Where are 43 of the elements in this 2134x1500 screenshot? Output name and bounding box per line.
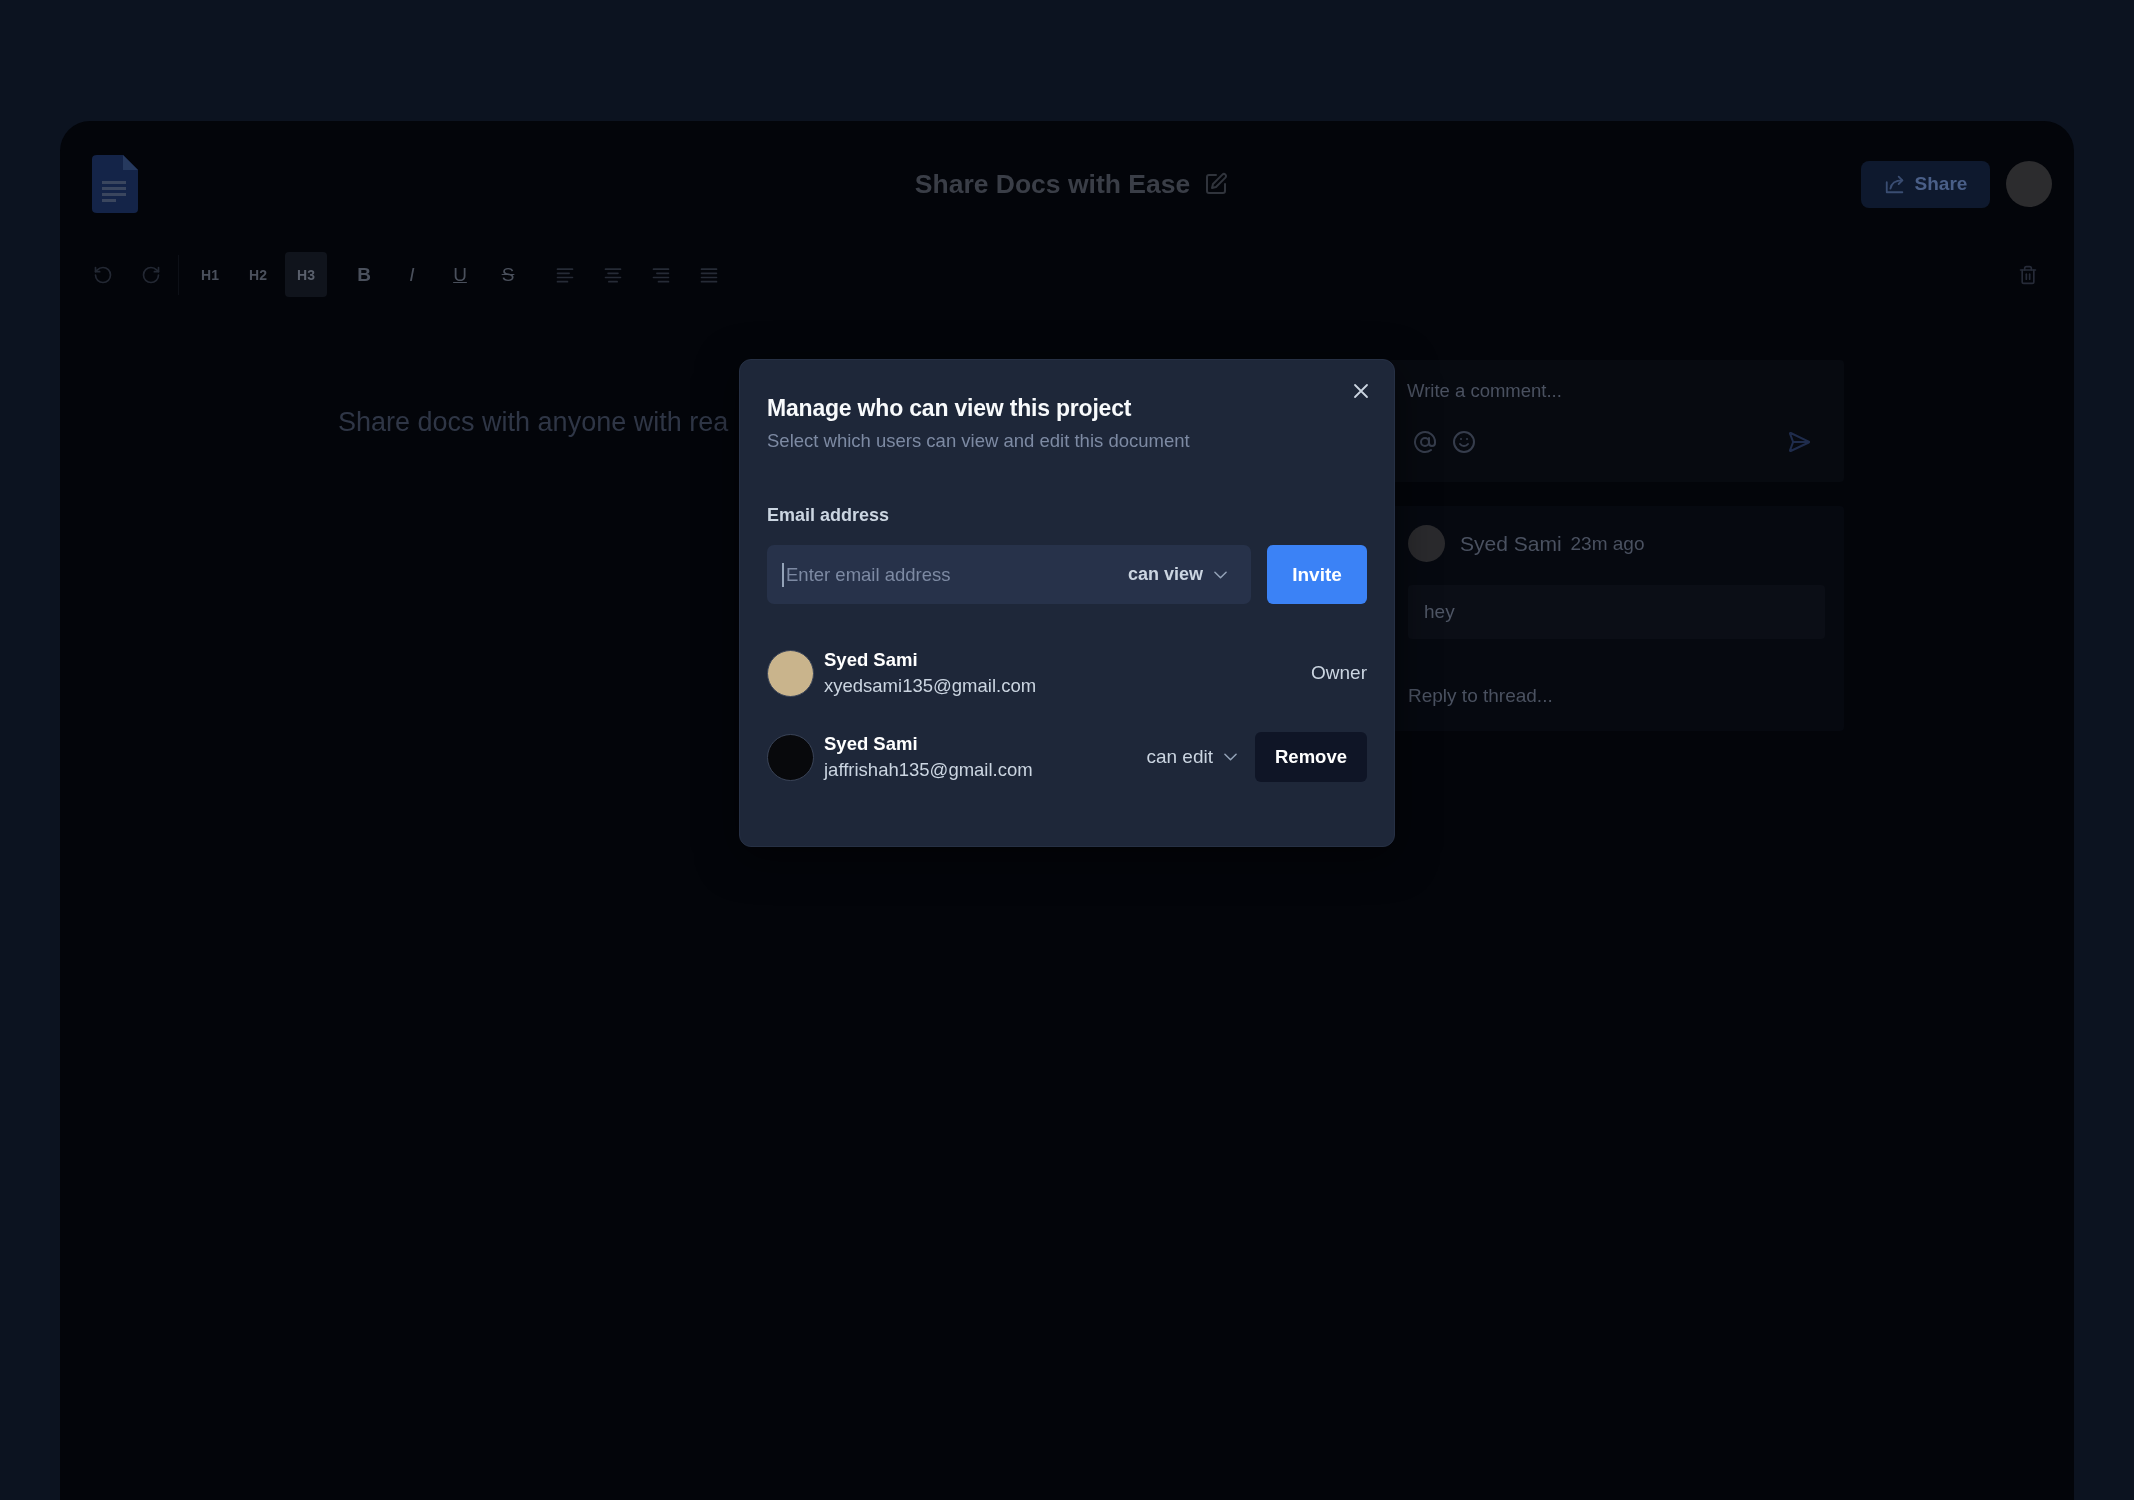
email-label: Email address [767, 504, 891, 527]
heading-button[interactable]: H3 [285, 252, 327, 297]
document-icon[interactable] [91, 154, 139, 214]
avatar-icon[interactable] [2006, 161, 2052, 207]
text-cursor-icon [782, 562, 784, 587]
dialog-subtitle: Select which users can view and edit this document [767, 429, 1191, 453]
share-icon [1883, 173, 1906, 195]
send-icon[interactable] [1787, 430, 1811, 454]
italic-button[interactable]: I [391, 252, 433, 297]
member-role: Owner [1311, 662, 1367, 684]
bold-button[interactable]: B [343, 252, 385, 297]
permission-dropdown[interactable]: can edit [1146, 746, 1237, 768]
smiley-icon[interactable] [1452, 430, 1476, 454]
underline-button[interactable]: U [439, 252, 481, 297]
comment-field[interactable]: Write a comment... [1407, 379, 1825, 403]
trash-icon[interactable] [2018, 263, 2038, 286]
document-title: Share Docs with Ease [914, 168, 1191, 200]
document-text: Share docs with anyone with rea [338, 406, 729, 438]
chevron-down-icon [1214, 570, 1227, 579]
share-button[interactable]: Share [1861, 160, 1990, 208]
comment-author: Syed Sami [1460, 531, 1562, 556]
reply-field[interactable]: Reply to thread... [1408, 684, 1825, 708]
invite-button[interactable]: Invite [1267, 545, 1367, 604]
email-field[interactable]: Enter email address can view [767, 545, 1251, 604]
member-email: jaffrishah135@gmail.com [824, 758, 1033, 782]
chevron-down-icon [1224, 753, 1237, 761]
heading-button[interactable]: H1 [189, 252, 231, 297]
member-name: Syed Sami [824, 732, 919, 756]
undo-icon[interactable] [93, 264, 113, 285]
remove-button[interactable]: Remove [1255, 732, 1367, 782]
close-icon[interactable] [1353, 383, 1369, 399]
comment-time: 23m ago [1570, 532, 1645, 555]
permission-dropdown[interactable]: can view [1127, 564, 1227, 585]
member-name: Syed Sami [824, 648, 919, 672]
at-sign-icon[interactable] [1413, 430, 1437, 454]
heading-button[interactable]: H2 [237, 252, 279, 297]
edit-icon[interactable] [1204, 172, 1229, 196]
member-email: xyedsami135@gmail.com [824, 674, 1037, 698]
comment-text: hey [1408, 585, 1825, 639]
avatar-icon [1408, 525, 1445, 562]
redo-icon[interactable] [141, 264, 161, 285]
strikethrough-button[interactable]: S [487, 252, 529, 297]
dialog-title: Manage who can view this project [767, 394, 1133, 423]
